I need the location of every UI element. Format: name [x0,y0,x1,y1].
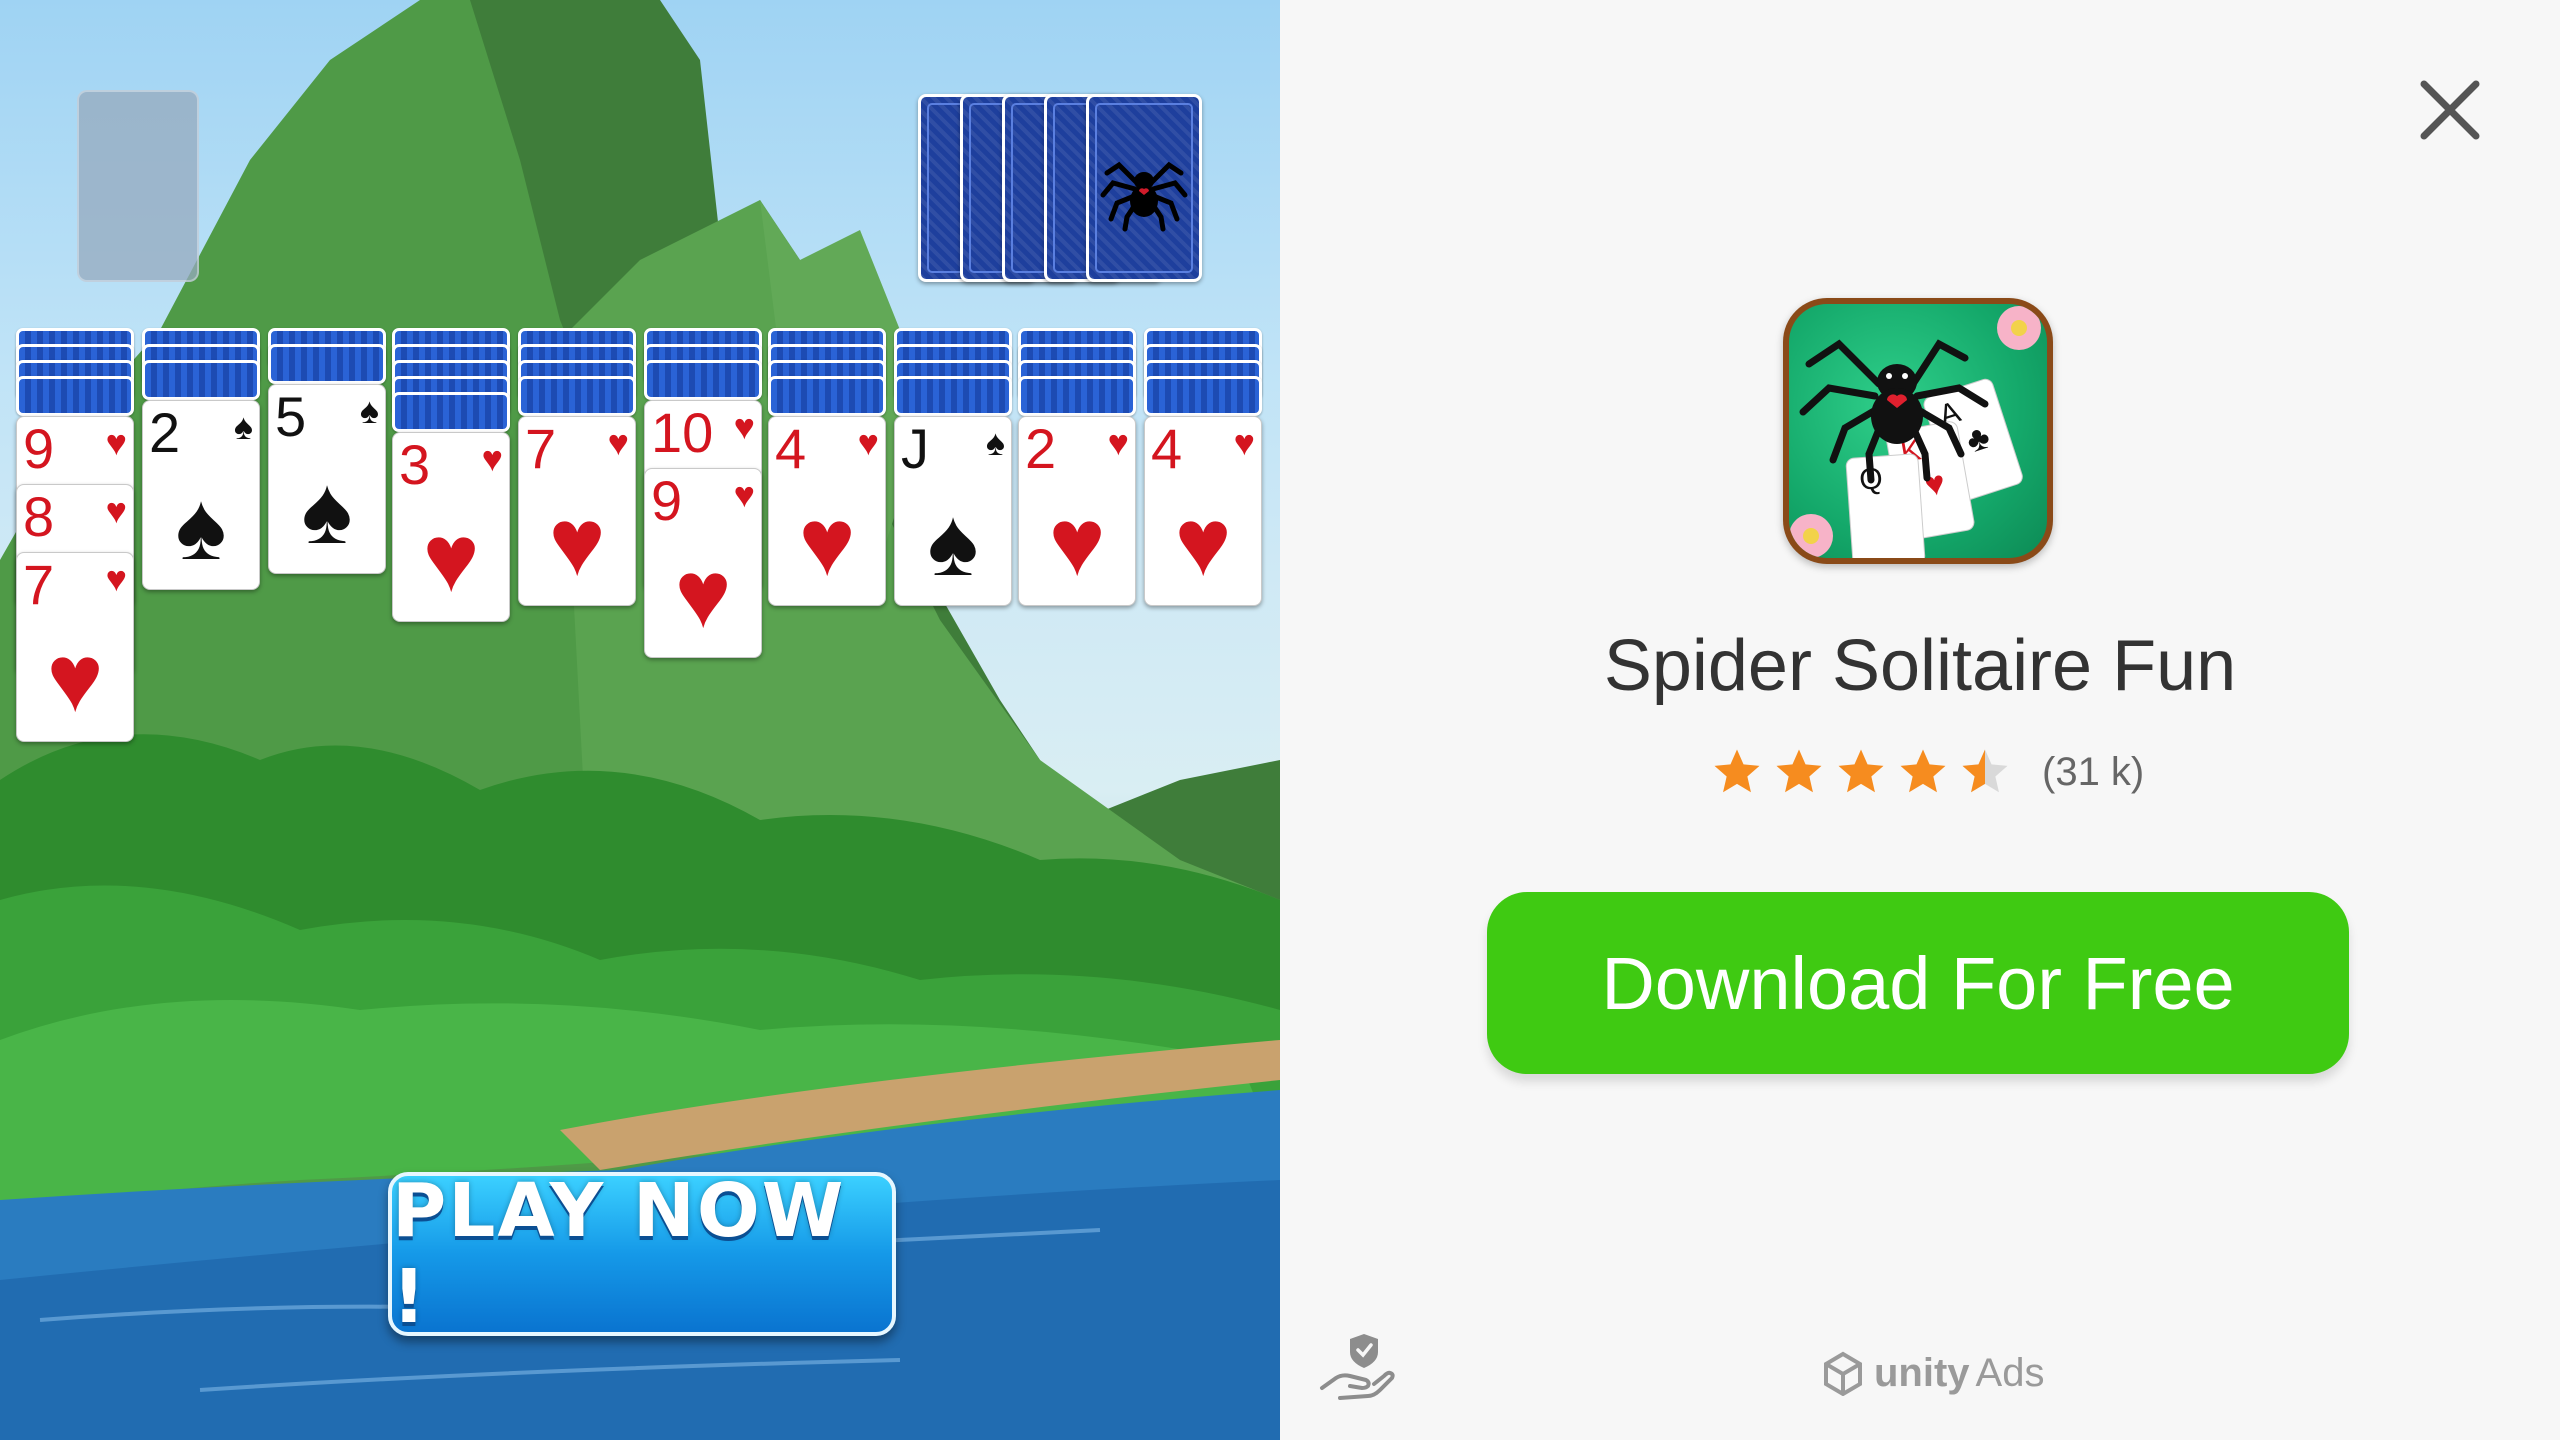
star-icon [1714,749,1760,793]
card-rank: 7 [525,417,557,480]
unity-logo-icon [1824,1351,1862,1396]
rating-count: (31 k) [2042,749,2145,794]
half-star-icon [1962,749,2008,793]
card-suit-pip: ♠ [175,473,227,580]
playing-card[interactable]: 7 ♥ ♥ [518,416,636,606]
card-suit-small: ♥ [105,558,127,599]
spider-solitaire-logo-icon: A ♣ K ♥ Q [1789,306,2041,558]
star-icon [1776,749,1822,793]
card-suit-small: ♠ [359,390,379,431]
card-rank: J [901,417,929,480]
spider-icon [1100,161,1188,232]
face-down-card [518,376,636,416]
jack-face-art: ♠ [927,489,979,596]
download-button[interactable]: Download For Free [1487,892,2349,1074]
face-down-card [1144,376,1262,416]
card-rank: 3 [399,433,431,496]
empty-foundation-slot [77,90,199,282]
card-suit-pip: ♥ [46,625,104,732]
download-label: Download For Free [1601,941,2235,1025]
ads-brand-text: Ads [1975,1350,2045,1395]
card-rank: 7 [23,553,55,616]
card-suit-pip: ♥ [1174,489,1232,596]
card-rank: 9 [651,469,683,532]
card-suit-small: ♥ [1233,422,1255,463]
card-suit-pip: ♥ [1048,489,1106,596]
card-suit-small: ♥ [857,422,879,463]
unity-brand-text: unity [1874,1350,1970,1395]
playing-card[interactable]: J ♠ ♠ [894,416,1012,606]
face-down-card [1018,376,1136,416]
card-rank: 5 [275,385,307,448]
playing-card[interactable]: 2 ♠ ♠ [142,400,260,590]
star-rating: (31 k) [1710,745,2144,799]
close-icon[interactable] [2410,70,2490,150]
face-down-card [392,392,510,432]
card-suit-small: ♥ [733,474,755,515]
playing-card[interactable]: 4 ♥ ♥ [1144,416,1262,606]
playing-card[interactable]: 9 ♥ ♥ [644,468,762,658]
card-suit-small: ♥ [105,490,127,531]
card-suit-pip: ♠ [301,457,353,564]
card-rank: 10 [651,401,714,464]
face-down-card [644,360,762,400]
card-rank: 8 [23,485,55,548]
privacy-hand-shield-icon[interactable] [1318,1328,1398,1408]
face-down-card [142,360,260,400]
star-icon [1900,749,1946,793]
star-icon [1838,749,1884,793]
card-rank: 4 [775,417,807,480]
card-rank: 4 [1151,417,1183,480]
card-suit-pip: ♥ [674,541,732,648]
playing-card[interactable]: 3 ♥ ♥ [392,432,510,622]
playing-card[interactable]: 7 ♥ ♥ [16,552,134,742]
card-suit-pip: ♥ [548,489,606,596]
face-down-card [894,376,1012,416]
card-rank: 2 [149,401,181,464]
face-down-card [768,376,886,416]
card-suit-small: ♥ [733,406,755,447]
face-down-card [16,376,134,416]
card-suit-pip: ♥ [422,505,480,612]
unity-ads-logo: unity Ads [1820,1350,2044,1396]
stock-card-top[interactable] [1086,94,1202,282]
card-suit-small: ♥ [607,422,629,463]
face-down-card [268,344,386,384]
card-rank: 2 [1025,417,1057,480]
playing-card[interactable]: 2 ♥ ♥ [1018,416,1136,606]
play-now-button[interactable]: PLAY NOW ! [388,1168,896,1340]
card-suit-small: ♠ [985,422,1005,463]
play-now-label: PLAY NOW ! [392,1168,846,1340]
card-rank: 9 [23,417,55,480]
playing-card[interactable]: 4 ♥ ♥ [768,416,886,606]
ad-endcard-panel [1280,0,2560,1440]
game-preview-video[interactable]: 9 ♥ 8 ♥ 7 ♥ ♥ 2 ♠ ♠ 5 ♠ ♠ 3 ♥ ♥ 7 ♥ ♥ 10 ♥ 9 ♥ ♥ 4 ♥ ♥ J ♠ ♠ 2 ♥ ♥ 4 ♥ ♥ PL… [0,0,1280,1440]
card-suit-pip: ♥ [798,489,856,596]
playing-card[interactable]: 5 ♠ ♠ [268,384,386,574]
app-title: Spider Solitaire Fun [1603,626,2237,706]
card-suit-small: ♠ [233,406,253,447]
card-suit-small: ♥ [1107,422,1129,463]
card-suit-small: ♥ [481,438,503,479]
card-suit-small: ♥ [105,422,127,463]
app-icon[interactable]: A ♣ K ♥ Q [1783,298,2053,564]
